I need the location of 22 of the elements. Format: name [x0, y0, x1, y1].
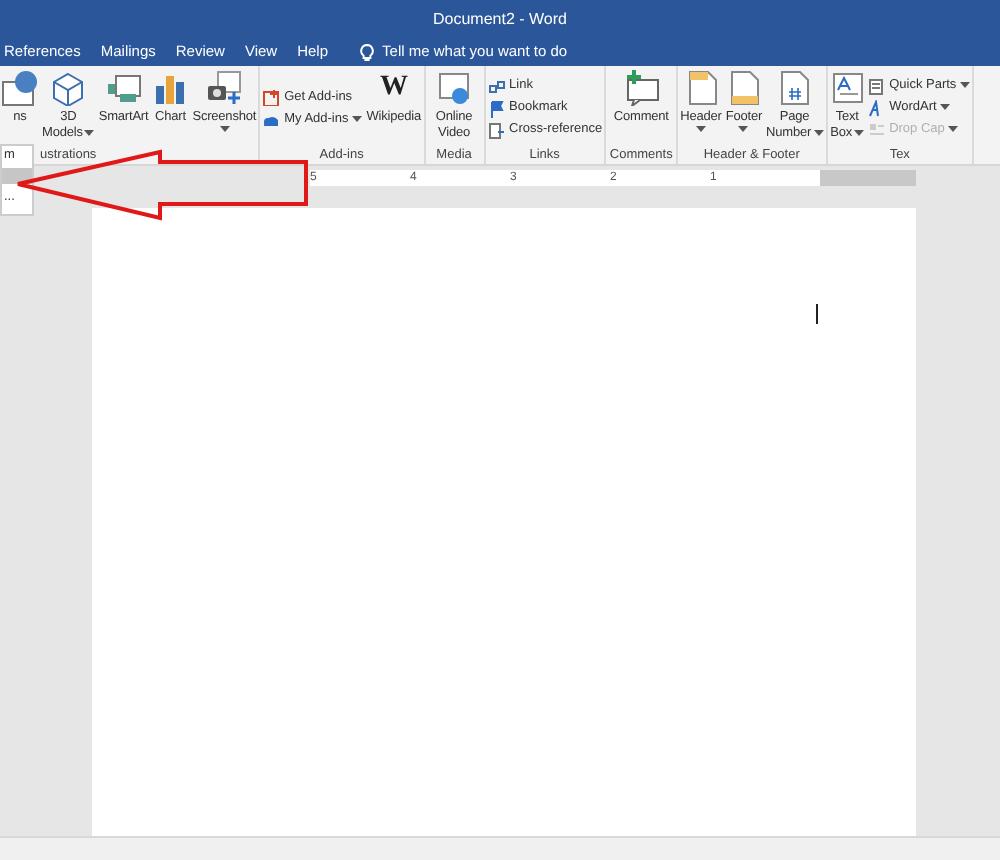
caret-icon [219, 126, 230, 134]
caret-icon [813, 130, 824, 138]
caret-icon [738, 126, 749, 134]
bar-chart-icon [152, 70, 189, 106]
wikipedia-icon: W [379, 70, 408, 106]
caret-icon [84, 130, 95, 138]
caret-icon [696, 126, 706, 134]
window-title: Document2 - Word [431, 8, 569, 32]
cross-reference-icon [487, 121, 506, 139]
caret-icon [940, 104, 951, 112]
caret-icon [854, 130, 865, 138]
quick-parts-icon [867, 77, 886, 95]
caret-icon [948, 126, 959, 134]
link-icon [487, 77, 506, 95]
drop-cap-icon [867, 121, 886, 139]
lightbulb-icon [360, 43, 375, 61]
document-page[interactable] [92, 208, 916, 836]
caret-icon [352, 115, 363, 123]
flag-icon [487, 99, 506, 117]
ruler-margin [820, 170, 916, 186]
text-cursor [816, 304, 818, 324]
caret-icon [960, 82, 971, 90]
